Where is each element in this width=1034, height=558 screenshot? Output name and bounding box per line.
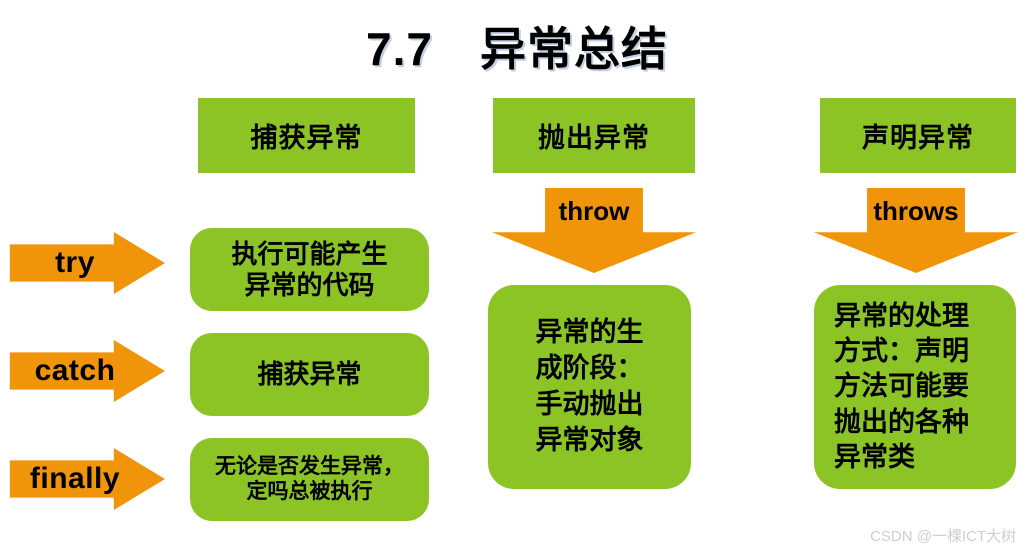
header-capture-exception: 捕获异常 xyxy=(198,98,415,173)
arrow-label-throw: throw xyxy=(558,195,630,226)
arrow-label-finally: finally xyxy=(29,462,121,495)
arrow-label-try: try xyxy=(55,246,95,279)
arrow-label-catch: catch xyxy=(34,354,116,387)
box-throw-detail: 异常的生 成阶段： 手动抛出 异常对象 xyxy=(488,285,691,489)
box-try-description: 执行可能产生 异常的代码 xyxy=(190,228,429,311)
header-declare-exception: 声明异常 xyxy=(820,98,1016,173)
arrow-right-try: try xyxy=(5,232,165,294)
watermark-back-text: ICT大树 xyxy=(961,528,1016,545)
arrow-right-catch: catch xyxy=(5,340,165,402)
arrow-right-finally: finally xyxy=(5,448,165,510)
arrow-label-throws: throws xyxy=(873,195,959,226)
header-throw-exception: 抛出异常 xyxy=(493,98,695,173)
watermark: ICT大树 CSDN @一棵 xyxy=(762,520,1022,550)
box-catch-description: 捕获异常 xyxy=(190,333,429,416)
watermark-front-text: CSDN @一棵 xyxy=(870,528,962,545)
arrow-down-throws: throws xyxy=(814,188,1018,273)
slide-canvas: 7.7 异常总结 捕获异常 抛出异常 声明异常 try catch finall… xyxy=(0,0,1034,558)
arrow-down-throw: throw xyxy=(492,188,696,273)
box-declare-detail: 异常的处理 方式：声明 方法可能要 抛出的各种 异常类 xyxy=(814,285,1016,489)
page-title: 7.7 异常总结 xyxy=(366,23,668,75)
box-finally-description: 无论是否发生异常， 定吗总被执行 xyxy=(190,438,429,521)
